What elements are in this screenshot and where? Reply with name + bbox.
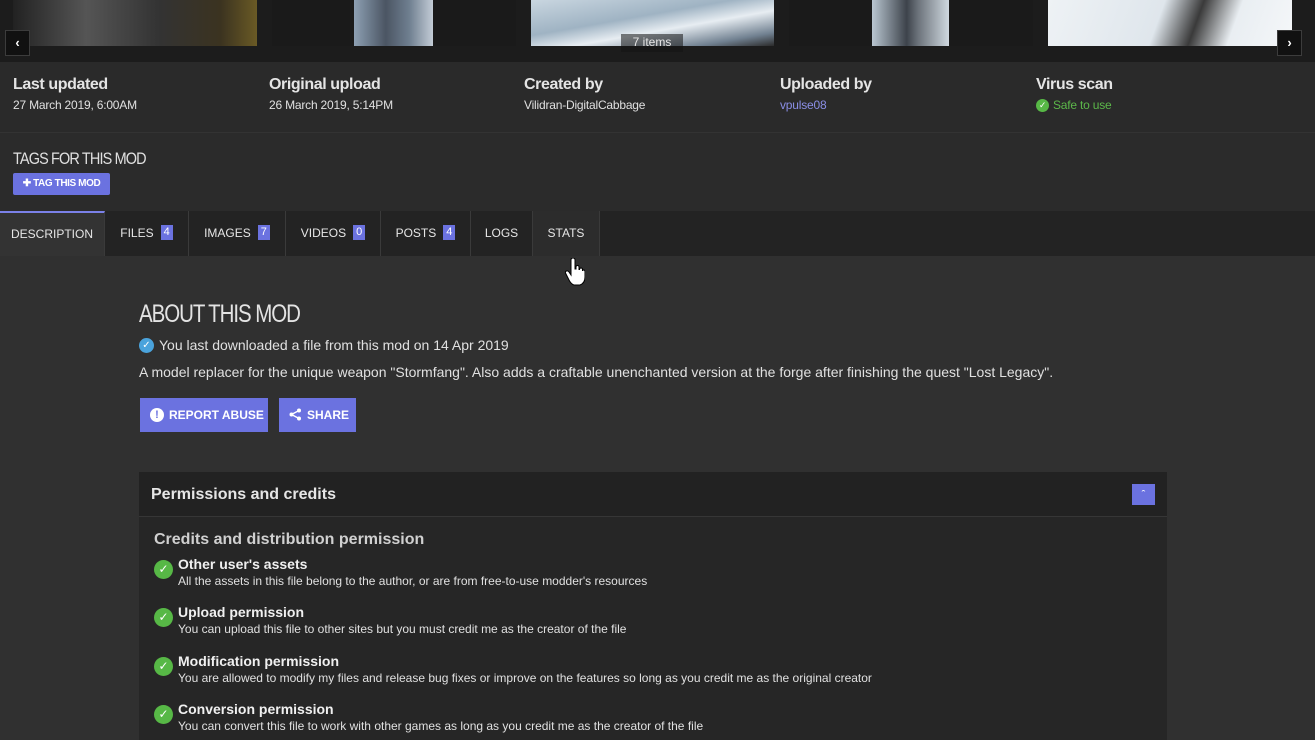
tag-button-label: TAG THIS MOD bbox=[33, 178, 101, 189]
gallery-thumbnail[interactable] bbox=[1048, 0, 1292, 46]
tab-stats[interactable]: STATS bbox=[533, 211, 600, 256]
stat-value: Vilidran-DigitalCabbage bbox=[524, 98, 646, 112]
chevron-right-icon: › bbox=[1287, 35, 1292, 50]
download-note-text: You last downloaded a file from this mod… bbox=[159, 337, 509, 353]
gallery-prev-button[interactable]: ‹ bbox=[5, 30, 30, 56]
check-circle-icon: ✓ bbox=[154, 657, 173, 676]
about-title: ABOUT THIS MOD bbox=[139, 300, 301, 328]
tab-label: FILES bbox=[120, 226, 154, 240]
virus-scan-text: Safe to use bbox=[1053, 98, 1112, 112]
permission-desc: You can convert this file to work with o… bbox=[178, 719, 704, 733]
tab-files[interactable]: FILES 4 bbox=[105, 211, 189, 256]
collapse-button[interactable]: ˆ bbox=[1132, 484, 1155, 505]
permissions-subtitle: Credits and distribution permission bbox=[154, 531, 425, 548]
plus-icon: ✚ bbox=[22, 178, 34, 189]
tab-count-badge: 4 bbox=[160, 225, 173, 241]
stat-value: 26 March 2019, 5:14PM bbox=[269, 98, 393, 112]
permission-title: Other user's assets bbox=[178, 556, 308, 572]
gallery-thumbnail[interactable] bbox=[13, 0, 257, 46]
exclamation-icon: ! bbox=[150, 407, 164, 422]
uploader-link[interactable]: vpulse08 bbox=[780, 98, 872, 112]
stat-value: 27 March 2019, 6:00AM bbox=[13, 98, 137, 112]
mod-description: A model replacer for the unique weapon "… bbox=[139, 364, 1054, 380]
tags-title: TAGS FOR THIS MOD bbox=[13, 149, 147, 168]
gallery-count: 7 items bbox=[621, 34, 683, 52]
tab-label: IMAGES bbox=[204, 226, 251, 240]
permission-title: Conversion permission bbox=[178, 701, 334, 717]
virus-scan-status: ✓ Safe to use bbox=[1036, 98, 1113, 113]
check-circle-icon: ✓ bbox=[139, 337, 154, 353]
check-circle-icon: ✓ bbox=[154, 705, 173, 724]
permissions-panel: Permissions and credits ˆ Credits and di… bbox=[139, 472, 1167, 740]
tab-count-badge: 7 bbox=[257, 225, 270, 241]
share-icon bbox=[289, 398, 302, 432]
stat-virus-scan: Virus scan ✓ Safe to use bbox=[1036, 76, 1113, 113]
gallery-thumbnail[interactable] bbox=[272, 0, 516, 46]
tab-label: LOGS bbox=[484, 226, 519, 240]
tab-logs[interactable]: LOGS bbox=[471, 211, 533, 256]
tab-images[interactable]: IMAGES 7 bbox=[189, 211, 286, 256]
permission-title: Upload permission bbox=[178, 604, 305, 620]
permission-title: Modification permission bbox=[178, 653, 340, 669]
chevron-up-icon: ˆ bbox=[1141, 489, 1146, 501]
stat-uploaded-by: Uploaded by vpulse08 bbox=[780, 76, 872, 112]
tab-label: DESCRIPTION bbox=[10, 227, 93, 241]
permission-desc: You are allowed to modify my files and r… bbox=[178, 671, 872, 685]
chevron-left-icon: ‹ bbox=[15, 35, 20, 50]
stat-label: Uploaded by bbox=[780, 76, 872, 93]
image-gallery: ‹ › 7 items bbox=[0, 0, 1315, 62]
tab-count-badge: 4 bbox=[443, 225, 456, 241]
stat-original-upload: Original upload 26 March 2019, 5:14PM bbox=[269, 76, 393, 112]
download-note: ✓ You last downloaded a file from this mo… bbox=[139, 337, 509, 354]
report-abuse-label: REPORT ABUSE bbox=[169, 408, 264, 422]
permissions-title: Permissions and credits bbox=[151, 486, 336, 503]
tag-this-mod-button[interactable]: ✚ TAG THIS MOD bbox=[13, 173, 110, 195]
permission-desc: All the assets in this file belong to th… bbox=[178, 574, 648, 588]
hand-cursor-icon bbox=[564, 257, 586, 291]
check-circle-icon: ✓ bbox=[1036, 99, 1049, 113]
report-abuse-button[interactable]: ! REPORT ABUSE bbox=[140, 398, 268, 432]
stat-last-updated: Last updated 27 March 2019, 6:00AM bbox=[13, 76, 137, 112]
stat-label: Last updated bbox=[13, 76, 108, 93]
stat-label: Virus scan bbox=[1036, 76, 1113, 93]
check-circle-icon: ✓ bbox=[154, 560, 173, 579]
check-circle-icon: ✓ bbox=[154, 608, 173, 627]
tab-label: POSTS bbox=[395, 226, 437, 240]
stat-label: Created by bbox=[524, 76, 603, 93]
share-button[interactable]: SHARE bbox=[279, 398, 356, 432]
stat-created-by: Created by Vilidran-DigitalCabbage bbox=[524, 76, 645, 112]
permissions-header[interactable]: Permissions and credits ˆ bbox=[139, 472, 1167, 517]
tab-label: VIDEOS bbox=[300, 226, 347, 240]
tab-description[interactable]: DESCRIPTION bbox=[0, 211, 105, 256]
gallery-next-button[interactable]: › bbox=[1277, 30, 1302, 56]
share-label: SHARE bbox=[307, 408, 350, 422]
stat-label: Original upload bbox=[269, 76, 381, 93]
mod-tabs: DESCRIPTION FILES 4 IMAGES 7 VIDEOS 0 POSTS… bbox=[0, 211, 1315, 256]
tab-label: STATS bbox=[547, 226, 585, 240]
tab-posts[interactable]: POSTS 4 bbox=[381, 211, 471, 256]
tab-count-badge: 0 bbox=[353, 225, 366, 241]
tab-videos[interactable]: VIDEOS 0 bbox=[286, 211, 381, 256]
mod-stats-row: Last updated 27 March 2019, 6:00AM Origi… bbox=[0, 62, 1315, 133]
gallery-thumbnail[interactable] bbox=[789, 0, 1033, 46]
permission-desc: You can upload this file to other sites … bbox=[178, 622, 627, 636]
